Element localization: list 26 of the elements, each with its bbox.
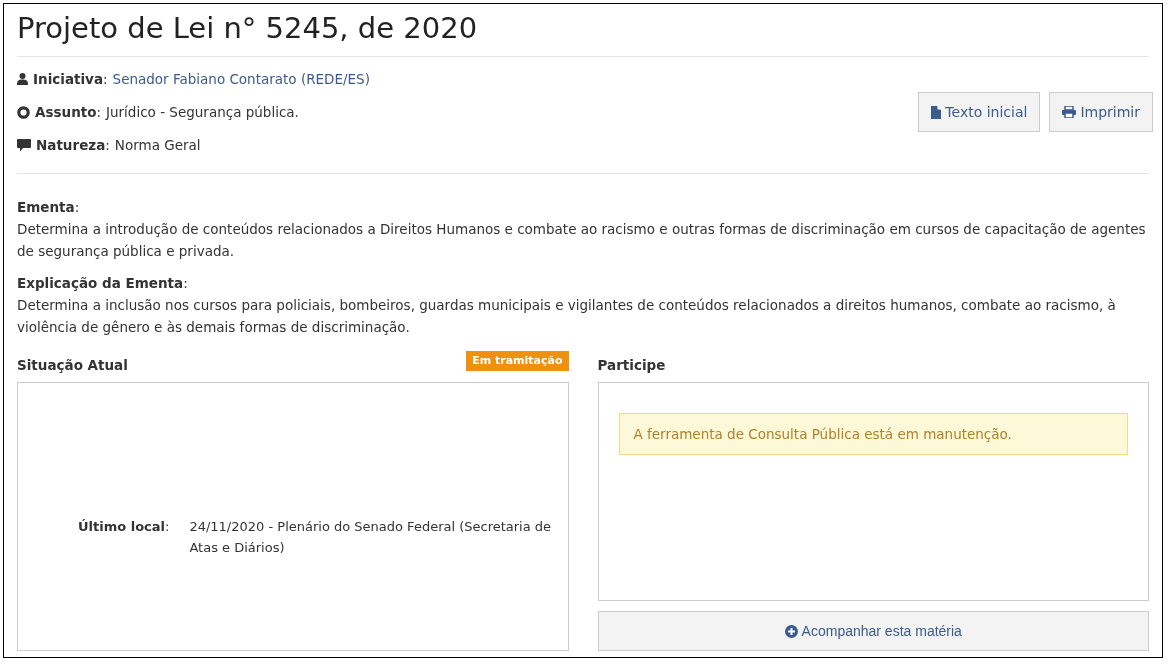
circle-icon	[17, 105, 30, 119]
action-button[interactable]: Imprimir	[1049, 92, 1153, 132]
user-icon	[17, 73, 28, 85]
section-text: Determina a introdução de conteúdos relacionados a Direitos Humanos e combate ao racismo e outras formas de discriminação em cursos de capacitação de agentes de segurança pública e privada.	[17, 220, 1147, 261]
printer-icon	[1062, 106, 1077, 118]
plus-circle-icon	[784, 624, 798, 638]
field-label: Último local:	[78, 517, 170, 536]
status-badge: Em tramitação	[466, 350, 569, 372]
section-heading: Explicação da Ementa:	[17, 274, 188, 293]
speech-bubble-icon	[17, 138, 31, 152]
author-link[interactable]: Senador Fabiano Contarato (REDE/ES)	[112, 69, 370, 89]
meta-label: Natureza:	[36, 136, 110, 155]
meta-value: Norma Geral	[114, 136, 201, 155]
meta-value: Jurídico - Segurança pública.	[106, 103, 299, 122]
file-icon	[931, 105, 942, 119]
warning-alert: A ferramenta de Consulta Pública está em manutenção.	[618, 413, 1128, 456]
field-value: 24/11/2020 - Plenário do Senado Federal (Secretaria de Atas e Diários)	[189, 517, 553, 557]
page-title: Projeto de Lei n° 5245, de 2020	[17, 10, 479, 47]
panel-heading: Situação Atual	[17, 355, 128, 375]
meta-label: Assunto:	[35, 103, 102, 122]
follow-button[interactable]: Acompanhar esta matéria	[597, 611, 1149, 651]
meta-label: Iniciativa:	[33, 70, 108, 89]
section-heading: Ementa:	[17, 198, 80, 217]
panel-heading: Participe	[597, 355, 666, 375]
action-button[interactable]: Texto inicial	[918, 92, 1041, 132]
section-text: Determina a inclusão nos cursos para policiais, bombeiros, guardas municipais e vigilantes de conteúdos relacionados a direitos humanos, combate ao racismo, à violência de gênero e às demais formas de discriminação.	[17, 296, 1117, 337]
